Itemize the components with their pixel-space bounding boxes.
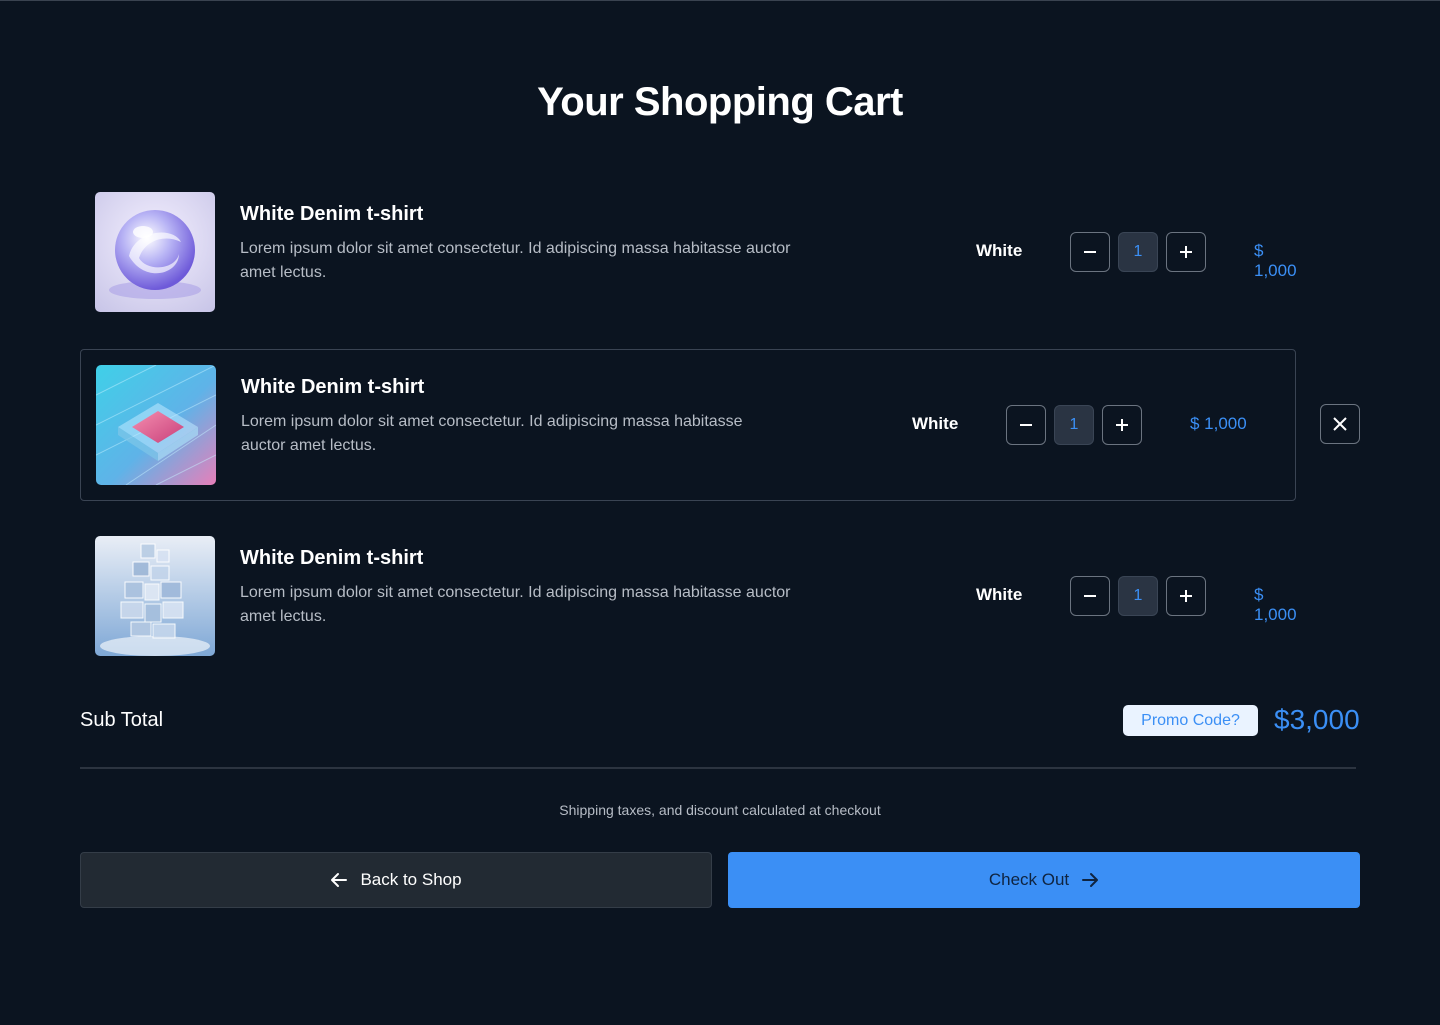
increase-quantity-button[interactable] [1166,232,1206,272]
product-name[interactable]: White Denim t-shirt [240,203,423,226]
plus-icon [1180,590,1192,602]
increase-quantity-button[interactable] [1166,576,1206,616]
product-image[interactable] [95,536,215,656]
quantity-value[interactable]: 1 [1054,405,1094,445]
product-price: $ 1,000 [1254,241,1297,280]
minus-icon [1020,424,1032,426]
product-name[interactable]: White Denim t-shirt [241,376,424,399]
product-description: Lorem ipsum dolor sit amet consectetur. … [240,237,791,285]
description-line: auctor amet lectus. [241,437,377,454]
checkout-label: Check Out [988,870,1070,889]
close-icon [1333,417,1347,431]
product-description: Lorem ipsum dolor sit amet consectetur. … [241,410,743,458]
description-line: Lorem ipsum dolor sit amet consectetur. … [240,584,791,601]
quantity-value[interactable]: 1 [1118,576,1158,616]
increase-quantity-button[interactable] [1102,405,1142,445]
product-price: $ 1,000 [1190,414,1247,433]
decrease-quantity-button[interactable] [1070,576,1110,616]
subtotal-value: $3,000 [1274,704,1360,735]
description-line: Lorem ipsum dolor sit amet consectetur. … [240,240,791,257]
product-name[interactable]: White Denim t-shirt [240,547,423,570]
arrow-right-icon [1082,873,1099,887]
minus-icon [1084,595,1096,597]
description-line: Lorem ipsum dolor sit amet consectetur. … [241,413,743,430]
cart-item: White Denim t-shirt Lorem ipsum dolor si… [80,521,1297,673]
description-line: amet lectus. [240,608,327,625]
decrease-quantity-button[interactable] [1006,405,1046,445]
cart-item: White Denim t-shirt Lorem ipsum dolor si… [80,177,1297,329]
arrow-left-icon [331,873,348,887]
plus-icon [1116,419,1128,431]
divider [80,767,1356,769]
product-color: White [976,585,1023,604]
product-color: White [912,414,959,433]
product-price: $ 1,000 [1254,585,1297,624]
product-image[interactable] [96,365,216,485]
plus-icon [1180,246,1192,258]
back-to-shop-label: Back to Shop [360,870,462,889]
description-line: amet lectus. [240,264,327,281]
shipping-note: Shipping taxes, and discount calculated … [559,802,881,818]
page-title: Your Shopping Cart [537,80,903,124]
minus-icon [1084,251,1096,253]
back-to-shop-button[interactable]: Back to Shop [80,852,712,908]
glass-sphere-image [95,192,215,312]
promo-code-button[interactable]: Promo Code? [1123,705,1258,736]
subtotal-label: Sub Total [80,709,164,731]
remove-item-button[interactable] [1320,404,1360,444]
cart-item-highlighted: White Denim t-shirt Lorem ipsum dolor si… [80,349,1296,501]
checkout-button[interactable]: Check Out [728,852,1360,908]
decrease-quantity-button[interactable] [1070,232,1110,272]
product-image[interactable] [95,192,215,312]
glass-chip-image [96,365,216,485]
product-color: White [976,241,1023,260]
product-description: Lorem ipsum dolor sit amet consectetur. … [240,581,791,629]
quantity-value[interactable]: 1 [1118,232,1158,272]
glass-cubes-image [95,536,215,656]
